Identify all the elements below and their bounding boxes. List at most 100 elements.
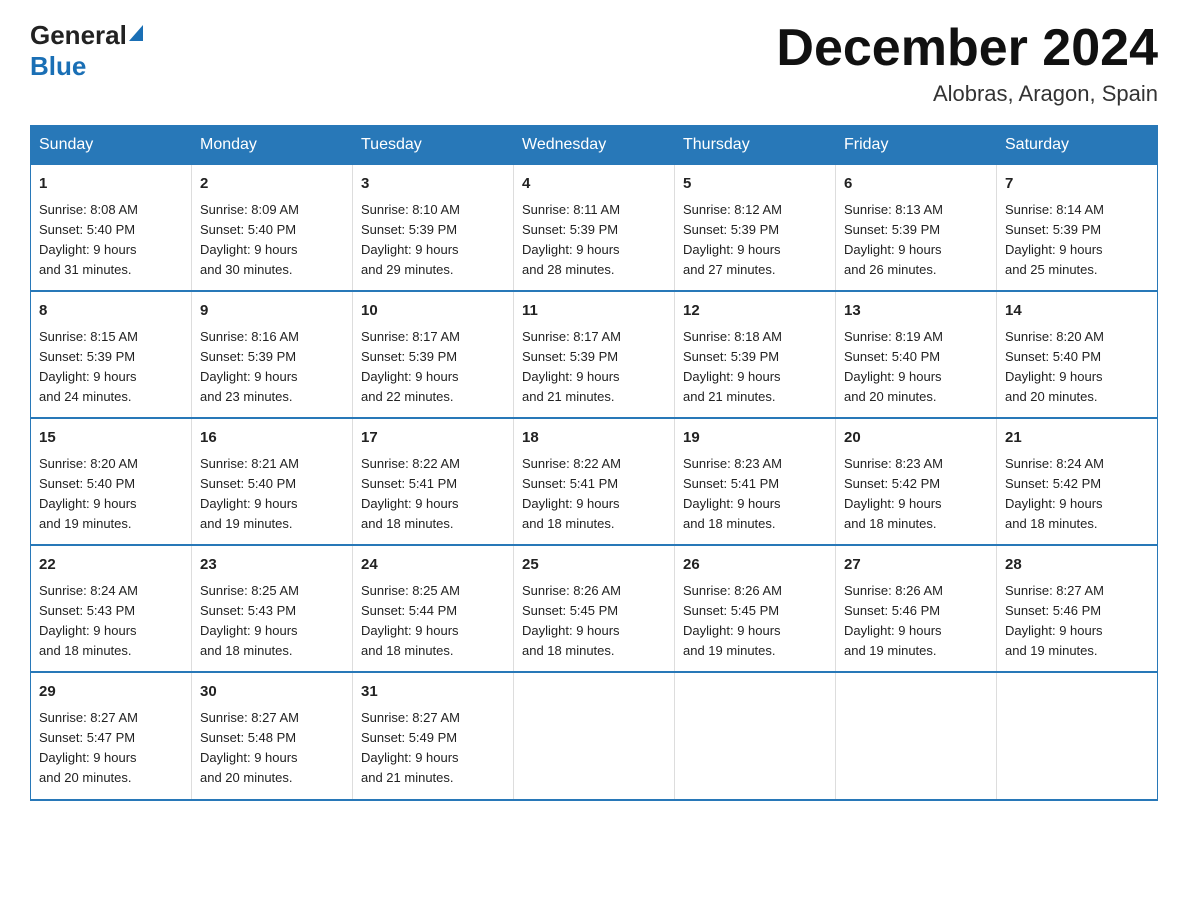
calendar-cell: 6 Sunrise: 8:13 AMSunset: 5:39 PMDaylight… xyxy=(836,165,997,292)
logo-triangle-icon xyxy=(129,25,143,41)
day-info: Sunrise: 8:17 AMSunset: 5:39 PMDaylight:… xyxy=(361,329,460,404)
col-header-friday: Friday xyxy=(836,126,997,165)
day-info: Sunrise: 8:16 AMSunset: 5:39 PMDaylight:… xyxy=(200,329,299,404)
calendar-cell: 22Sunrise: 8:24 AMSunset: 5:43 PMDayligh… xyxy=(31,545,192,672)
day-number: 7 xyxy=(1005,173,1149,196)
day-number: 4 xyxy=(522,173,666,196)
day-info: Sunrise: 8:27 AMSunset: 5:47 PMDaylight:… xyxy=(39,710,138,785)
day-info: Sunrise: 8:17 AMSunset: 5:39 PMDaylight:… xyxy=(522,329,621,404)
calendar-cell: 5 Sunrise: 8:12 AMSunset: 5:39 PMDaylight… xyxy=(675,165,836,292)
calendar-cell: 24Sunrise: 8:25 AMSunset: 5:44 PMDayligh… xyxy=(353,545,514,672)
col-header-wednesday: Wednesday xyxy=(514,126,675,165)
day-info: Sunrise: 8:14 AMSunset: 5:39 PMDaylight:… xyxy=(1005,202,1104,277)
day-number: 26 xyxy=(683,554,827,577)
day-info: Sunrise: 8:26 AMSunset: 5:46 PMDaylight:… xyxy=(844,583,943,658)
calendar-cell: 29 Sunrise: 8:27 AMSunset: 5:47 PMDayligh… xyxy=(31,672,192,799)
day-number: 20 xyxy=(844,427,988,450)
week-row-1: 1 Sunrise: 8:08 AMSunset: 5:40 PMDaylight… xyxy=(31,165,1158,292)
calendar-cell: 12 Sunrise: 8:18 AMSunset: 5:39 PMDayligh… xyxy=(675,291,836,418)
day-number: 14 xyxy=(1005,300,1149,323)
calendar-table: SundayMondayTuesdayWednesdayThursdayFrid… xyxy=(30,125,1158,800)
day-number: 6 xyxy=(844,173,988,196)
week-row-3: 15 Sunrise: 8:20 AMSunset: 5:40 PMDayligh… xyxy=(31,418,1158,545)
day-number: 17 xyxy=(361,427,505,450)
day-number: 1 xyxy=(39,173,183,196)
day-info: Sunrise: 8:20 AMSunset: 5:40 PMDaylight:… xyxy=(39,456,138,531)
calendar-cell: 11 Sunrise: 8:17 AMSunset: 5:39 PMDayligh… xyxy=(514,291,675,418)
day-number: 29 xyxy=(39,681,183,704)
day-info: Sunrise: 8:27 AMSunset: 5:48 PMDaylight:… xyxy=(200,710,299,785)
day-info: Sunrise: 8:12 AMSunset: 5:39 PMDaylight:… xyxy=(683,202,782,277)
day-number: 12 xyxy=(683,300,827,323)
calendar-cell: 21 Sunrise: 8:24 AMSunset: 5:42 PMDayligh… xyxy=(997,418,1158,545)
calendar-cell: 27 Sunrise: 8:26 AMSunset: 5:46 PMDayligh… xyxy=(836,545,997,672)
calendar-cell: 7 Sunrise: 8:14 AMSunset: 5:39 PMDaylight… xyxy=(997,165,1158,292)
day-number: 31 xyxy=(361,681,505,704)
day-info: Sunrise: 8:21 AMSunset: 5:40 PMDaylight:… xyxy=(200,456,299,531)
week-row-5: 29 Sunrise: 8:27 AMSunset: 5:47 PMDayligh… xyxy=(31,672,1158,799)
day-number: 5 xyxy=(683,173,827,196)
day-number: 21 xyxy=(1005,427,1149,450)
calendar-cell: 9 Sunrise: 8:16 AMSunset: 5:39 PMDaylight… xyxy=(192,291,353,418)
calendar-cell xyxy=(675,672,836,799)
calendar-cell: 10 Sunrise: 8:17 AMSunset: 5:39 PMDayligh… xyxy=(353,291,514,418)
day-number: 19 xyxy=(683,427,827,450)
week-row-2: 8 Sunrise: 8:15 AMSunset: 5:39 PMDaylight… xyxy=(31,291,1158,418)
calendar-cell: 2 Sunrise: 8:09 AMSunset: 5:40 PMDaylight… xyxy=(192,165,353,292)
calendar-cell: 30 Sunrise: 8:27 AMSunset: 5:48 PMDayligh… xyxy=(192,672,353,799)
day-info: Sunrise: 8:18 AMSunset: 5:39 PMDaylight:… xyxy=(683,329,782,404)
day-info: Sunrise: 8:08 AMSunset: 5:40 PMDaylight:… xyxy=(39,202,138,277)
day-number: 18 xyxy=(522,427,666,450)
day-number: 16 xyxy=(200,427,344,450)
day-number: 27 xyxy=(844,554,988,577)
calendar-cell: 23 Sunrise: 8:25 AMSunset: 5:43 PMDayligh… xyxy=(192,545,353,672)
day-info: Sunrise: 8:09 AMSunset: 5:40 PMDaylight:… xyxy=(200,202,299,277)
day-info: Sunrise: 8:19 AMSunset: 5:40 PMDaylight:… xyxy=(844,329,943,404)
calendar-cell: 8 Sunrise: 8:15 AMSunset: 5:39 PMDaylight… xyxy=(31,291,192,418)
day-info: Sunrise: 8:23 AMSunset: 5:42 PMDaylight:… xyxy=(844,456,943,531)
calendar-cell: 25Sunrise: 8:26 AMSunset: 5:45 PMDayligh… xyxy=(514,545,675,672)
calendar-cell: 1 Sunrise: 8:08 AMSunset: 5:40 PMDaylight… xyxy=(31,165,192,292)
day-info: Sunrise: 8:25 AMSunset: 5:43 PMDaylight:… xyxy=(200,583,299,658)
day-number: 3 xyxy=(361,173,505,196)
week-row-4: 22Sunrise: 8:24 AMSunset: 5:43 PMDayligh… xyxy=(31,545,1158,672)
day-number: 10 xyxy=(361,300,505,323)
day-info: Sunrise: 8:24 AMSunset: 5:42 PMDaylight:… xyxy=(1005,456,1104,531)
day-number: 8 xyxy=(39,300,183,323)
day-info: Sunrise: 8:24 AMSunset: 5:43 PMDaylight:… xyxy=(39,583,138,658)
day-info: Sunrise: 8:26 AMSunset: 5:45 PMDaylight:… xyxy=(522,583,621,658)
col-header-sunday: Sunday xyxy=(31,126,192,165)
calendar-cell: 28 Sunrise: 8:27 AMSunset: 5:46 PMDayligh… xyxy=(997,545,1158,672)
month-title: December 2024 xyxy=(776,20,1158,77)
day-info: Sunrise: 8:10 AMSunset: 5:39 PMDaylight:… xyxy=(361,202,460,277)
day-number: 13 xyxy=(844,300,988,323)
calendar-cell: 14Sunrise: 8:20 AMSunset: 5:40 PMDayligh… xyxy=(997,291,1158,418)
calendar-cell: 20 Sunrise: 8:23 AMSunset: 5:42 PMDayligh… xyxy=(836,418,997,545)
day-number: 9 xyxy=(200,300,344,323)
calendar-cell: 17Sunrise: 8:22 AMSunset: 5:41 PMDayligh… xyxy=(353,418,514,545)
calendar-cell: 4Sunrise: 8:11 AMSunset: 5:39 PMDaylight… xyxy=(514,165,675,292)
day-info: Sunrise: 8:27 AMSunset: 5:49 PMDaylight:… xyxy=(361,710,460,785)
calendar-cell: 15 Sunrise: 8:20 AMSunset: 5:40 PMDayligh… xyxy=(31,418,192,545)
logo: General Blue xyxy=(30,20,143,82)
calendar-cell: 26Sunrise: 8:26 AMSunset: 5:45 PMDayligh… xyxy=(675,545,836,672)
day-number: 30 xyxy=(200,681,344,704)
day-info: Sunrise: 8:13 AMSunset: 5:39 PMDaylight:… xyxy=(844,202,943,277)
day-info: Sunrise: 8:27 AMSunset: 5:46 PMDaylight:… xyxy=(1005,583,1104,658)
calendar-cell xyxy=(997,672,1158,799)
day-number: 11 xyxy=(522,300,666,323)
page-header: General Blue December 2024 Alobras, Arag… xyxy=(30,20,1158,107)
day-number: 28 xyxy=(1005,554,1149,577)
day-number: 2 xyxy=(200,173,344,196)
day-number: 24 xyxy=(361,554,505,577)
logo-general-text: General xyxy=(30,20,127,51)
col-header-saturday: Saturday xyxy=(997,126,1158,165)
col-header-tuesday: Tuesday xyxy=(353,126,514,165)
calendar-cell: 13 Sunrise: 8:19 AMSunset: 5:40 PMDayligh… xyxy=(836,291,997,418)
day-number: 23 xyxy=(200,554,344,577)
day-info: Sunrise: 8:22 AMSunset: 5:41 PMDaylight:… xyxy=(522,456,621,531)
day-info: Sunrise: 8:15 AMSunset: 5:39 PMDaylight:… xyxy=(39,329,138,404)
calendar-cell: 31 Sunrise: 8:27 AMSunset: 5:49 PMDayligh… xyxy=(353,672,514,799)
day-number: 15 xyxy=(39,427,183,450)
calendar-cell: 3 Sunrise: 8:10 AMSunset: 5:39 PMDaylight… xyxy=(353,165,514,292)
